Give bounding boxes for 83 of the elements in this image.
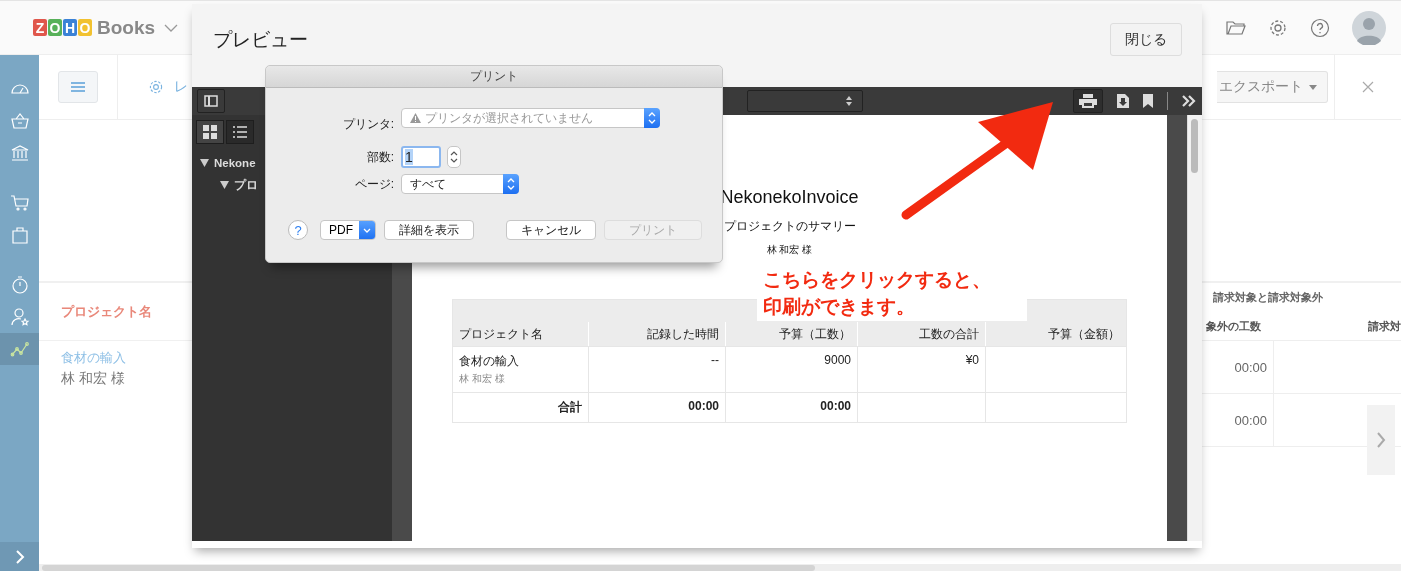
settings-icon[interactable] [1268, 17, 1288, 38]
column-header: 予算（工数） [725, 322, 857, 346]
avatar[interactable] [1352, 10, 1386, 45]
chevron-down-icon [363, 227, 371, 233]
column-header: プロジェクト名 [61, 302, 152, 321]
close-button[interactable]: 閉じる [1110, 23, 1182, 56]
table-cell: 9000 [824, 353, 851, 367]
list-icon [233, 126, 247, 138]
pages-label: ページ: [353, 175, 394, 193]
bank-icon [9, 143, 30, 163]
timer-icon [9, 275, 30, 295]
product-name: Books [97, 16, 156, 39]
sidebar-toggle-button[interactable] [197, 89, 225, 113]
scrollbar-thumb[interactable] [1191, 119, 1198, 173]
basket-icon [9, 111, 30, 131]
user-icon [9, 307, 30, 327]
client-name: 林 和宏 様 [61, 370, 125, 388]
logo-letter: H [63, 19, 77, 36]
chevron-right-icon [14, 550, 25, 564]
column-header: 工数の合計 [857, 322, 985, 346]
zoom-select[interactable] [747, 90, 863, 112]
menu-icon [70, 81, 86, 93]
cart-icon [9, 193, 30, 213]
column-header: 象外の工数 [1206, 318, 1261, 334]
table-cell: 合計 [558, 399, 582, 416]
updown-icon [846, 96, 852, 106]
client-name: 林 和宏 様 [766, 243, 813, 257]
pages-select[interactable]: すべて [401, 174, 519, 194]
caret-icon [1309, 84, 1317, 90]
dialog-title: プレビュー [213, 27, 308, 52]
list-view-button[interactable] [226, 120, 254, 144]
stepper[interactable] [447, 146, 461, 168]
folder-icon[interactable] [1226, 19, 1246, 36]
column-group-header: 請求対象と請求対象外 [1212, 290, 1324, 305]
table-cell: 食材の輸入 [459, 353, 519, 370]
outline-item[interactable]: プロ [216, 174, 258, 196]
warning-icon [410, 113, 421, 123]
printer-icon [1079, 94, 1097, 108]
grid-icon [203, 125, 217, 139]
download-icon[interactable] [1117, 94, 1129, 108]
copies-field[interactable]: 1 [401, 146, 441, 168]
chart-icon [9, 339, 30, 359]
help-button[interactable]: ? [288, 220, 308, 240]
settings-icon[interactable] [148, 79, 164, 95]
expand-sidebar-button[interactable] [0, 542, 39, 571]
column-header: プロジェクト名 [453, 322, 588, 346]
client-name: 林 和宏 様 [459, 372, 505, 386]
document-title: NekonekoInvoice [720, 187, 859, 208]
column-header: 記録した時間 [588, 322, 725, 346]
grid-view-button[interactable] [196, 120, 224, 144]
logo-letter: O [48, 19, 62, 36]
printer-label: プリンタ: [341, 115, 394, 133]
show-details-button[interactable]: 詳細を表示 [384, 220, 474, 240]
pdf-menu-button[interactable]: PDF [320, 220, 376, 240]
document-subtitle: プロジェクトのサマリー [723, 218, 856, 235]
logo-letter: O [78, 19, 92, 36]
updown-icon [507, 178, 515, 190]
print-button[interactable] [1073, 89, 1103, 113]
table-cell: 00:00 [688, 399, 719, 413]
table-cell: -- [711, 353, 719, 367]
updown-icon [450, 150, 458, 164]
nav-item[interactable] [0, 333, 39, 365]
cancel-button[interactable]: キャンセル [506, 220, 596, 240]
menu-button[interactable] [58, 71, 98, 103]
scrollbar-thumb[interactable] [42, 565, 815, 571]
help-icon[interactable] [1310, 17, 1330, 38]
sidebar-icon [204, 95, 218, 107]
chevron-down-icon[interactable] [164, 23, 179, 32]
table-cell: 00:00 [820, 399, 851, 413]
double-chevron-icon[interactable] [1182, 95, 1196, 107]
column-header: 予算（金額） [985, 322, 1126, 346]
outline-item[interactable]: Nekone [196, 152, 256, 174]
dialog-title: プリント [266, 66, 722, 88]
close-icon[interactable] [1362, 81, 1374, 93]
table-cell: ¥0 [965, 353, 979, 367]
copies-label: 部数: [365, 148, 394, 166]
logo-letter: Z [33, 19, 47, 36]
next-button[interactable] [1367, 405, 1395, 475]
column-header: 請求対 [1368, 318, 1401, 334]
updown-icon [648, 112, 656, 124]
bag-icon [9, 225, 30, 245]
chevron-right-icon [1376, 432, 1386, 448]
bookmark-icon[interactable] [1143, 94, 1153, 108]
